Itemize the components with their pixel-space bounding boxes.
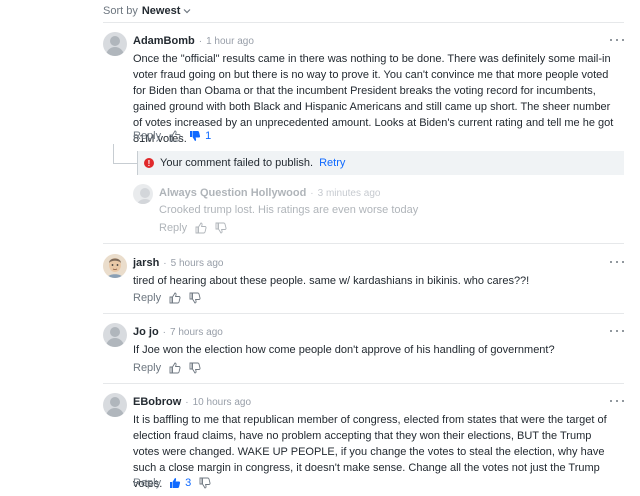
reply-button[interactable]: Reply <box>133 130 161 142</box>
retry-button[interactable]: Retry <box>319 157 345 169</box>
avatar <box>133 184 153 204</box>
thumbs-down-icon <box>215 222 227 234</box>
avatar[interactable] <box>103 393 127 417</box>
sort-label: Sort by <box>103 5 138 17</box>
thumbs-up-icon[interactable] <box>169 477 181 489</box>
divider <box>103 22 624 23</box>
dislike-count: 1 <box>205 130 212 142</box>
reply-button: Reply <box>159 222 188 234</box>
comment-header: Always Question Hollywood · 3 minutes ag… <box>159 187 380 199</box>
comment-author: Always Question Hollywood <box>159 187 307 199</box>
comment-time: 3 minutes ago <box>317 188 381 199</box>
sort-value: Newest <box>141 5 181 17</box>
comment-author[interactable]: EBobrow <box>133 396 181 408</box>
avatar[interactable] <box>103 32 127 56</box>
comment-actions: Reply <box>133 362 201 374</box>
avatar[interactable] <box>103 323 127 347</box>
like-count: 3 <box>185 477 192 489</box>
thumbs-down-icon[interactable] <box>189 362 201 374</box>
comment-time: 1 hour ago <box>206 36 254 47</box>
more-options-icon[interactable] <box>610 330 624 334</box>
thumbs-up-icon[interactable] <box>169 292 181 304</box>
comment-author[interactable]: jarsh <box>133 257 159 269</box>
separator: · <box>310 188 314 199</box>
failed-message: Your comment failed to publish. <box>160 157 314 169</box>
comment-header: EBobrow · 10 hours ago <box>133 396 251 408</box>
more-options-icon[interactable] <box>610 261 624 265</box>
comment-actions: Reply <box>133 292 201 304</box>
divider <box>103 383 624 384</box>
thumbs-down-icon[interactable] <box>189 292 201 304</box>
comment-time: 10 hours ago <box>192 397 252 408</box>
comment-item: AdamBomb · 1 hour ago Once the "official… <box>103 32 624 145</box>
sort-control[interactable]: Sort by Newest <box>103 5 191 17</box>
comment-item: EBobrow · 10 hours ago It is baffling to… <box>103 393 624 493</box>
comment-header: AdamBomb · 1 hour ago <box>133 35 254 47</box>
more-options-icon[interactable] <box>610 39 624 43</box>
comment-time: 5 hours ago <box>170 258 224 269</box>
comment-actions: Reply <box>159 222 227 234</box>
reply-button[interactable]: Reply <box>133 292 161 304</box>
error-icon: ! <box>144 158 154 168</box>
separator: · <box>163 258 167 269</box>
more-options-icon[interactable] <box>610 400 624 404</box>
sort-dropdown[interactable]: Newest <box>142 5 192 17</box>
avatar-face-icon <box>103 254 127 278</box>
pending-reply: Always Question Hollywood · 3 minutes ag… <box>133 184 624 234</box>
thumbs-up-icon <box>195 222 207 234</box>
comment-text: tired of hearing about these people. sam… <box>133 275 530 287</box>
divider <box>103 243 624 244</box>
comment-text: Crooked trump lost. His ratings are even… <box>159 204 419 216</box>
comment-time: 7 hours ago <box>170 327 223 338</box>
comment-author[interactable]: Jo jo <box>133 326 159 338</box>
comment-header: Jo jo · 7 hours ago <box>133 326 223 338</box>
comment-item: Jo jo · 7 hours ago If Joe won the elect… <box>103 323 624 379</box>
thumbs-down-icon[interactable] <box>189 130 201 142</box>
thumbs-up-icon[interactable] <box>169 362 181 374</box>
comment-item: jarsh · 5 hours ago tired of hearing abo… <box>103 254 624 310</box>
separator: · <box>185 397 189 408</box>
divider <box>103 313 624 314</box>
comment-actions: Reply 3 <box>133 477 211 489</box>
avatar[interactable] <box>103 254 127 278</box>
thumbs-down-icon[interactable] <box>199 477 211 489</box>
comment-header: jarsh · 5 hours ago <box>133 257 223 269</box>
separator: · <box>162 327 167 338</box>
failed-publish-notice: ! Your comment failed to publish. Retry <box>137 151 624 175</box>
comment-text: If Joe won the election how come people … <box>133 344 555 356</box>
separator: · <box>198 36 203 47</box>
reply-button[interactable]: Reply <box>133 362 161 374</box>
comment-author[interactable]: AdamBomb <box>133 35 195 47</box>
reply-button[interactable]: Reply <box>133 477 161 489</box>
comment-actions: Reply 1 <box>133 130 211 142</box>
chevron-down-icon <box>183 9 191 14</box>
thumbs-up-icon[interactable] <box>169 130 181 142</box>
thread-connector <box>113 144 137 164</box>
